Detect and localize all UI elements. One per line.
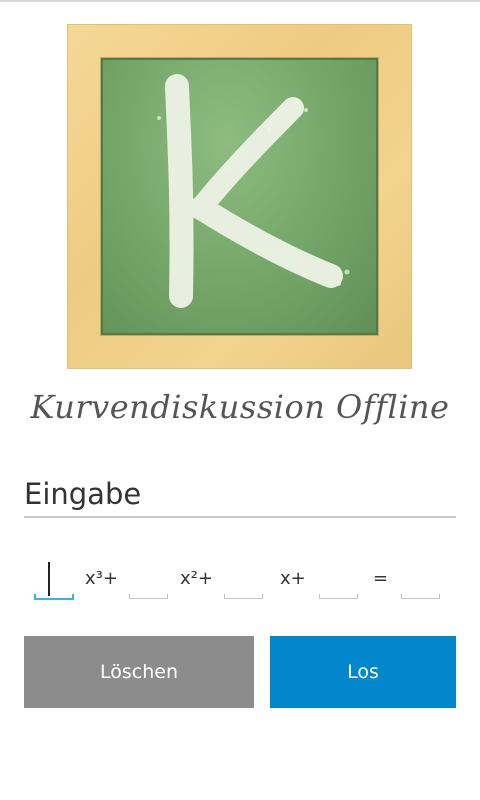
chalkboard-logo-icon xyxy=(101,58,378,335)
clear-button[interactable]: Löschen xyxy=(24,636,254,708)
status-bar-edge xyxy=(0,0,480,2)
term-label-x3: x³+ xyxy=(85,568,118,589)
input-section-header: Eingabe xyxy=(24,474,456,518)
result-field[interactable] xyxy=(401,562,440,598)
coefficient-b-field[interactable] xyxy=(129,562,168,598)
term-label-x: x+ xyxy=(280,568,306,589)
app-screen: Kurvendiskussion Offline Eingabe x³+ x²+… xyxy=(0,0,480,800)
coefficient-c-input[interactable] xyxy=(224,562,263,599)
go-button[interactable]: Los xyxy=(270,636,456,708)
coefficient-d-field[interactable] xyxy=(319,562,358,598)
app-logo xyxy=(67,24,412,369)
coefficient-d-input[interactable] xyxy=(319,562,358,599)
coefficient-a-input[interactable] xyxy=(34,562,74,600)
input-section-label: Eingabe xyxy=(24,477,142,511)
coefficient-a-field[interactable] xyxy=(34,562,74,598)
coefficient-c-field[interactable] xyxy=(224,562,263,598)
coefficient-b-input[interactable] xyxy=(129,562,168,599)
result-input[interactable] xyxy=(401,562,440,599)
app-title: Kurvendiskussion Offline xyxy=(30,388,450,426)
text-cursor xyxy=(48,562,50,596)
chalk-letter-k-icon xyxy=(157,74,350,308)
term-label-equals: = xyxy=(373,568,389,589)
term-label-x2: x²+ xyxy=(180,568,213,589)
